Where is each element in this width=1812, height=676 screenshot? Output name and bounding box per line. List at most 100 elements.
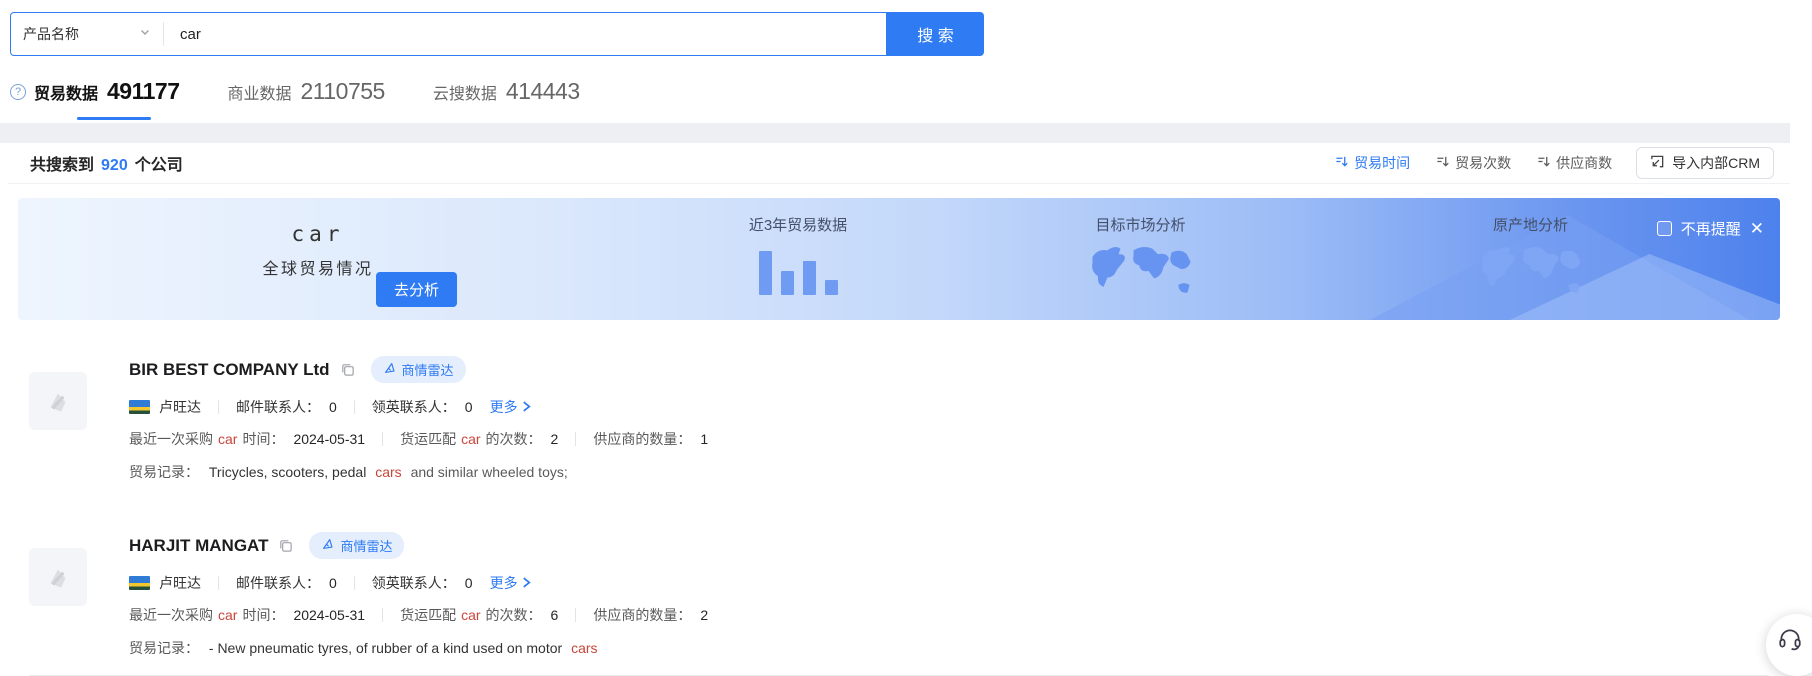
mini-bar-chart <box>718 243 878 295</box>
linkedin-contacts-label: 领英联系人： <box>372 573 456 593</box>
help-icon[interactable]: ? <box>10 84 26 100</box>
chevron-right-icon <box>522 575 531 591</box>
freight-label: 货运匹配 <box>400 429 456 449</box>
found-count: 920 <box>101 157 128 174</box>
company-info-row: 卢旺达 邮件联系人： 0 领英联系人： 0 更多 <box>129 397 1766 417</box>
freight-label: 货运匹配 <box>400 605 456 625</box>
banner-section-label: 目标市场分析 <box>1058 214 1223 235</box>
tab-business-data[interactable]: 商业数据 2110755 <box>228 78 385 105</box>
analysis-banner: car 全球贸易情况 去分析 近3年贸易数据 目标市场分析 <box>18 198 1780 320</box>
sort-label: 供应商数 <box>1556 153 1612 173</box>
divider <box>218 400 219 414</box>
divider <box>218 576 219 590</box>
more-link[interactable]: 更多 <box>490 397 531 417</box>
trade-record-text: Tricycles, scooters, pedal <box>209 464 366 480</box>
search-box: 产品名称 <box>10 12 887 56</box>
tab-label: 贸易数据 <box>34 80 98 104</box>
radar-icon <box>383 361 397 378</box>
trade-record-row: 贸易记录： Tricycles, scooters, pedal cars an… <box>129 462 1766 482</box>
banner-subtitle: 全球贸易情况 <box>248 255 388 279</box>
company-thumbnail[interactable] <box>29 372 87 430</box>
supplier-count-value: 2 <box>700 607 708 623</box>
banner-section-origin: 原产地分析 <box>1448 214 1613 303</box>
purchase-date: 2024-05-31 <box>293 431 365 447</box>
more-label: 更多 <box>490 573 518 593</box>
import-crm-button[interactable]: 导入内部CRM <box>1636 147 1774 179</box>
freight-count: 2 <box>551 431 559 447</box>
header-controls: 贸易时间 贸易次数 供应商数 导入内部CRM <box>1309 147 1774 179</box>
dont-remind-checkbox[interactable] <box>1657 221 1672 236</box>
mini-bar <box>781 271 794 295</box>
purchase-date: 2024-05-31 <box>293 607 365 623</box>
trade-record-label: 贸易记录： <box>129 640 199 656</box>
company-thumbnail[interactable] <box>29 548 87 606</box>
divider <box>382 608 383 622</box>
keyword-highlight: car <box>218 607 237 623</box>
linkedin-contacts-value: 0 <box>465 399 473 415</box>
copy-icon[interactable] <box>278 538 293 553</box>
sort-trade-time[interactable]: 贸易时间 <box>1335 153 1410 173</box>
company-entry: HARJIT MANGAT 商情雷达 卢旺达 邮件联系人： 0 <box>8 532 1790 658</box>
world-map-icon <box>1082 285 1200 302</box>
trade-record-text: and similar wheeled toys; <box>411 464 568 480</box>
sort-trade-count[interactable]: 贸易次数 <box>1436 153 1511 173</box>
found-suffix: 个公司 <box>135 157 183 174</box>
analyze-button[interactable]: 去分析 <box>376 272 457 307</box>
trade-record-row: 贸易记录： - New pneumatic tyres, of rubber o… <box>129 638 1766 658</box>
tab-count: 491177 <box>107 78 179 105</box>
chevron-down-icon <box>139 25 151 43</box>
linkedin-contacts-value: 0 <box>465 575 473 591</box>
mini-bar <box>759 251 772 295</box>
tab-count: 2110755 <box>301 78 385 105</box>
results-header: 共搜索到920个公司 贸易时间 贸易次数 供应商数 导入内部CRM <box>8 143 1790 184</box>
linkedin-contacts-label: 领英联系人： <box>372 397 456 417</box>
tab-label: 云搜数据 <box>433 80 497 104</box>
banner-keyword-block: car 全球贸易情况 <box>248 222 388 279</box>
tab-trade-data[interactable]: 贸易数据 491177 <box>34 78 180 105</box>
freight-label-suffix: 的次数： <box>486 605 542 625</box>
sort-label: 贸易次数 <box>1455 153 1511 173</box>
top-bar: 产品名称 搜 索 ? 贸易数据 491177 商业数据 2110755 <box>0 0 1812 105</box>
business-radar-badge[interactable]: 商情雷达 <box>309 532 404 559</box>
badge-label: 商情雷达 <box>340 536 392 555</box>
sort-icon <box>1335 155 1348 171</box>
results-count-text: 共搜索到920个公司 <box>30 151 183 175</box>
company-name[interactable]: BIR BEST COMPANY Ltd <box>129 360 330 380</box>
freight-count: 6 <box>551 607 559 623</box>
keyword-highlight: car <box>218 431 237 447</box>
section-gap <box>0 123 1790 143</box>
banner-dismiss: 不再提醒 ✕ <box>1657 218 1764 239</box>
search-button[interactable]: 搜 索 <box>887 12 984 56</box>
mini-bar <box>825 280 838 295</box>
search-category-label: 产品名称 <box>23 24 79 44</box>
import-crm-label: 导入内部CRM <box>1672 153 1760 173</box>
search-category-select[interactable]: 产品名称 <box>11 24 163 44</box>
tab-count: 414443 <box>506 78 580 105</box>
country-name: 卢旺达 <box>159 573 201 593</box>
business-radar-badge[interactable]: 商情雷达 <box>371 356 466 383</box>
sort-icon <box>1537 155 1550 171</box>
divider <box>354 400 355 414</box>
purchase-label-suffix: 时间： <box>242 429 284 449</box>
results-card: 共搜索到920个公司 贸易时间 贸易次数 供应商数 导入内部CRM <box>8 143 1790 656</box>
trade-record-text: - New pneumatic tyres, of rubber of a ki… <box>209 640 562 656</box>
company-name[interactable]: HARJIT MANGAT <box>129 536 268 556</box>
sort-icon <box>1436 155 1449 171</box>
search-input[interactable] <box>164 26 886 43</box>
close-icon[interactable]: ✕ <box>1750 220 1764 237</box>
headset-icon <box>1777 626 1803 652</box>
banner-section-label: 原产地分析 <box>1448 214 1613 235</box>
tab-cloud-search-data[interactable]: 云搜数据 414443 <box>433 78 580 105</box>
banner-keyword: car <box>248 222 388 246</box>
company-entry: BIR BEST COMPANY Ltd 商情雷达 卢旺达 邮件联系人： 0 <box>8 356 1790 482</box>
banner-section-label: 近3年贸易数据 <box>718 214 878 235</box>
divider <box>575 432 576 446</box>
company-trade-stats-row: 最近一次采购 car 时间： 2024-05-31 货运匹配 car 的次数： … <box>129 429 1766 449</box>
divider <box>354 576 355 590</box>
more-label: 更多 <box>490 397 518 417</box>
copy-icon[interactable] <box>340 362 355 377</box>
company-details: BIR BEST COMPANY Ltd 商情雷达 卢旺达 邮件联系人： 0 <box>129 356 1766 482</box>
sort-supplier-count[interactable]: 供应商数 <box>1537 153 1612 173</box>
more-link[interactable]: 更多 <box>490 573 531 593</box>
badge-label: 商情雷达 <box>402 360 454 379</box>
